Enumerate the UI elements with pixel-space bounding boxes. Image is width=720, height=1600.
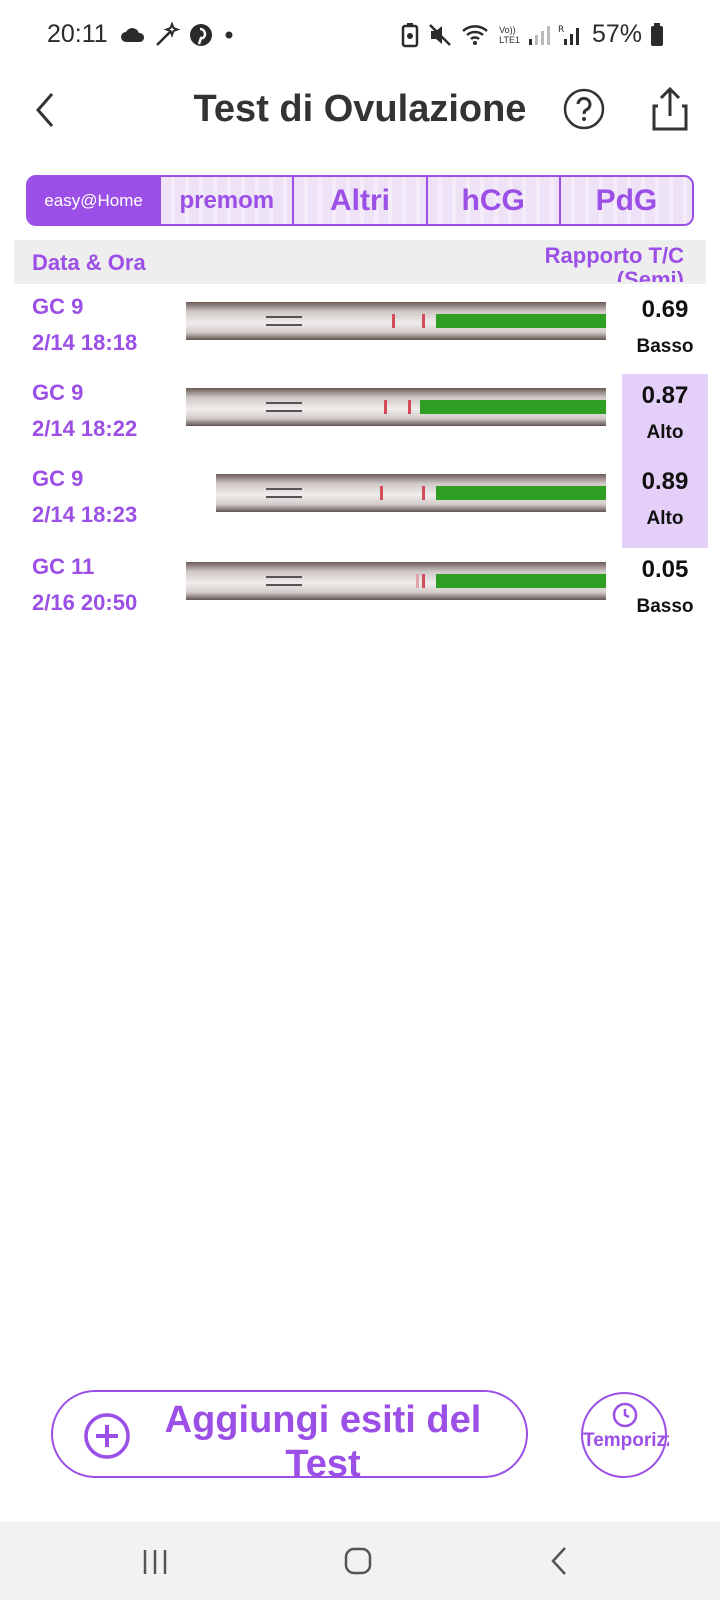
network-label: LTE1 xyxy=(499,34,520,45)
add-results-label: Aggiungi esiti del Test xyxy=(164,1399,482,1478)
cycle-day: GC 9 xyxy=(32,294,84,319)
tab-label: PdG xyxy=(595,183,658,217)
result-cell: 0.89 Alto xyxy=(622,460,708,548)
timer-label: Temporizzatore xyxy=(583,1430,669,1451)
test-strip-image[interactable] xyxy=(216,474,606,512)
tc-ratio-value: 0.89 xyxy=(641,468,689,495)
battery-icon xyxy=(651,22,663,46)
pinterest-icon xyxy=(190,24,212,46)
back-icon[interactable] xyxy=(548,1544,570,1578)
app-header: Test di Ovulazione xyxy=(0,72,720,152)
tab-label: premom xyxy=(179,186,275,214)
test-row[interactable]: GC 11 2/16 20:50 0.05 Basso xyxy=(0,548,720,636)
brand-tabs: easy@Home premom Altri hCG PdG xyxy=(26,175,694,226)
test-strip-image[interactable] xyxy=(186,562,606,600)
test-row[interactable]: GC 9 2/14 18:18 0.69 Basso xyxy=(0,288,720,376)
status-time: 20:11 xyxy=(47,20,108,48)
svg-text:R: R xyxy=(558,25,564,35)
result-cell: 0.05 Basso xyxy=(622,548,708,636)
battery-percent: 57% xyxy=(591,20,642,48)
wifi-icon xyxy=(462,24,488,45)
test-datetime: 2/14 18:18 xyxy=(32,330,138,355)
cycle-day: GC 9 xyxy=(32,380,84,405)
tc-ratio-value: 0.05 xyxy=(641,556,689,583)
plus-circle-icon xyxy=(84,1413,130,1459)
test-row[interactable]: GC 9 2/14 18:22 0.87 Alto xyxy=(0,374,720,462)
page-title: Test di Ovulazione xyxy=(193,88,527,130)
test-strip-image[interactable] xyxy=(186,388,606,426)
cloud-icon xyxy=(121,28,145,42)
level-label: Alto xyxy=(646,508,684,529)
status-bar: 20:11 Vo)) LTE1 R 57% xyxy=(0,0,720,72)
clock-icon xyxy=(612,1402,638,1428)
level-label: Basso xyxy=(636,336,694,357)
result-cell: 0.87 Alto xyxy=(622,374,708,462)
test-datetime: 2/16 20:50 xyxy=(32,590,138,615)
tab-label: Altri xyxy=(330,183,390,217)
test-strip-image[interactable] xyxy=(186,302,606,340)
tab-premom[interactable]: premom xyxy=(161,177,295,224)
level-label: Alto xyxy=(646,422,684,443)
tab-label: hCG xyxy=(461,183,525,217)
test-datetime: 2/14 18:23 xyxy=(32,502,138,527)
level-label: Basso xyxy=(636,596,694,617)
add-results-button[interactable]: Aggiungi esiti del Test xyxy=(51,1390,528,1478)
cycle-day: GC 11 xyxy=(32,554,95,579)
tab-label: easy@Home xyxy=(44,190,143,210)
tc-ratio-value: 0.87 xyxy=(641,382,689,409)
column-ratio-header: Rapporto T/C (Semi) xyxy=(544,244,684,282)
volte-icon: Vo)) LTE1 xyxy=(499,25,520,45)
mute-icon xyxy=(429,23,451,46)
signal-icon xyxy=(528,25,550,45)
column-date-header: Data & Ora xyxy=(32,250,146,275)
tab-easyhome[interactable]: easy@Home xyxy=(28,177,162,224)
cycle-day: GC 9 xyxy=(32,466,84,491)
result-cell: 0.69 Basso xyxy=(622,288,708,376)
roaming-signal-icon: R xyxy=(558,25,579,45)
home-icon[interactable] xyxy=(343,1544,373,1578)
test-row[interactable]: GC 9 2/14 18:23 0.89 Alto xyxy=(0,460,720,548)
recent-apps-icon[interactable] xyxy=(140,1546,170,1578)
share-icon[interactable] xyxy=(650,86,690,132)
tab-hcg[interactable]: hCG xyxy=(427,177,561,224)
status-left-icons xyxy=(120,22,236,48)
battery-saver-icon xyxy=(401,22,419,47)
magic-wand-icon xyxy=(156,22,180,46)
system-nav-bar xyxy=(0,1522,720,1600)
volte-label: Vo)) xyxy=(499,24,516,35)
question-circle-icon[interactable] xyxy=(563,88,605,130)
dot-icon xyxy=(225,31,233,39)
tab-altri[interactable]: Altri xyxy=(294,177,428,224)
status-right-icons: Vo)) LTE1 R 57% xyxy=(401,20,664,49)
test-datetime: 2/14 18:22 xyxy=(32,416,138,441)
table-header: Data & Ora Rapporto T/C (Semi) xyxy=(14,240,706,284)
tc-ratio-value: 0.69 xyxy=(641,296,689,323)
timer-button[interactable]: Temporizzatore xyxy=(581,1392,669,1478)
tab-pdg[interactable]: PdG xyxy=(560,177,692,224)
